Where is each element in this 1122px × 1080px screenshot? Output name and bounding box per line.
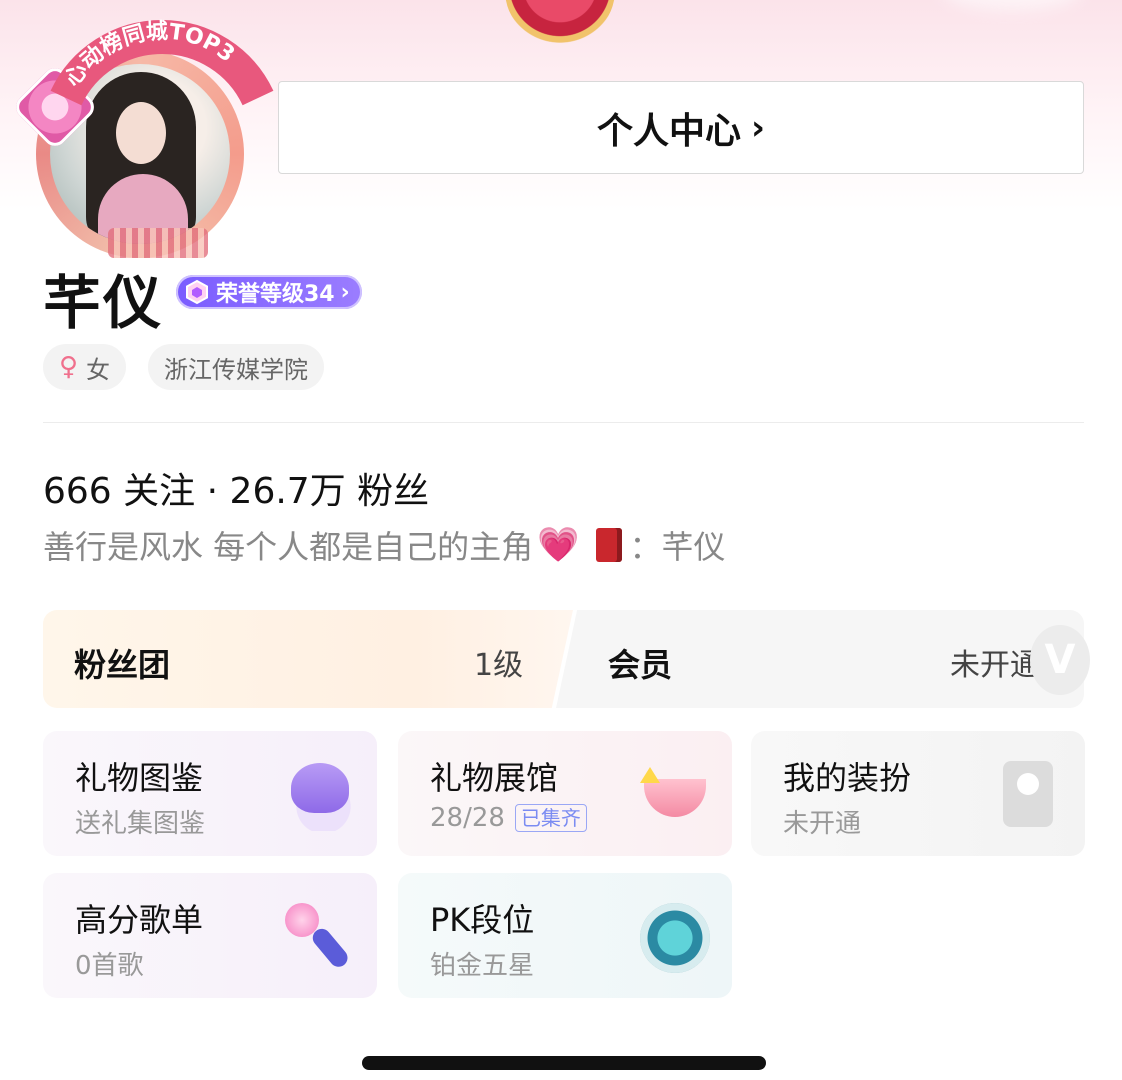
card-title: 礼物图鉴 [75, 759, 204, 797]
personal-center-label: 个人中心 [596, 110, 741, 152]
personal-center-button[interactable]: 个人中心 › [278, 81, 1084, 174]
card-top-songs[interactable]: 高分歌单 0首歌 [43, 873, 377, 998]
gender-tag: ♀ 女 [43, 344, 127, 390]
fans-label[interactable]: 粉丝 [357, 471, 429, 512]
vip-v-icon: V [1030, 625, 1090, 695]
heart-icon: 💗 [537, 525, 580, 565]
card-my-outfit[interactable]: 我的装扮 未开通 [751, 731, 1085, 856]
fan-club-level: 1级 [474, 648, 524, 683]
school-text: 浙江传媒学院 [164, 355, 308, 384]
honor-level-text: 荣誉等级34 [216, 282, 335, 307]
following-count[interactable]: 666 [43, 471, 112, 512]
hexagon-icon [186, 279, 208, 305]
profile-name: 芊仪 [43, 269, 164, 337]
bio: 善行是风水 每个人都是自己的主角 💗 ：芊仪 [43, 522, 726, 568]
card-subtitle: 未开通 [783, 809, 862, 839]
card-gift-gallery[interactable]: 礼物展馆 28/28 已集齐 [398, 731, 732, 856]
pk-rank-badge-icon [640, 903, 710, 973]
female-icon: ♀ [59, 352, 79, 382]
card-title: PK段位 [430, 901, 535, 939]
card-subtitle: 铂金五星 [430, 951, 535, 981]
chevron-right-icon: › [340, 279, 350, 305]
book-icon [595, 528, 622, 562]
collected-badge: 已集齐 [514, 804, 587, 832]
card-subtitle: 0首歌 [75, 951, 144, 981]
member-label: 会员 [608, 646, 673, 684]
fan-club-label: 粉丝团 [74, 646, 171, 684]
school-tag[interactable]: 浙江传媒学院 [148, 344, 324, 390]
honor-level-badge[interactable]: 荣誉等级34 › [176, 275, 362, 309]
bio-text: 善行是风水 每个人都是自己的主角 [43, 528, 534, 566]
divider [43, 422, 1084, 423]
pink-bowl-icon [640, 761, 710, 831]
chevron-right-icon: › [751, 107, 766, 148]
avatar-rank-badge: 心动榜同城TOP3 [50, 18, 274, 110]
microphone-icon [285, 903, 355, 973]
purple-heart-icon [285, 761, 355, 831]
avatar[interactable]: 心动榜同城TOP3 [11, 18, 274, 258]
card-title: 高分歌单 [75, 901, 204, 939]
following-label[interactable]: 关注 [123, 471, 195, 512]
stats-separator: · [206, 471, 219, 512]
avatar-frame-deco [108, 228, 208, 258]
card-subtitle: 28/28 已集齐 [430, 803, 587, 833]
top-ornament [505, 0, 615, 45]
fans-count[interactable]: 26.7万 [230, 471, 346, 512]
card-subtitle: 送礼集图鉴 [75, 809, 206, 839]
bio-suffix: ：芊仪 [629, 528, 726, 566]
home-indicator[interactable] [362, 1056, 766, 1070]
follow-stats: 666 关注 · 26.7万 粉丝 [43, 462, 429, 514]
top-glow [942, 0, 1082, 10]
card-title: 我的装扮 [783, 759, 912, 797]
id-card-icon [993, 761, 1063, 831]
member-status: 未开通 [950, 648, 1040, 683]
card-title: 礼物展馆 [430, 759, 559, 797]
card-pk-rank[interactable]: PK段位 铂金五星 [398, 873, 732, 998]
gender-text: 女 [86, 355, 111, 384]
card-gift-catalog[interactable]: 礼物图鉴 送礼集图鉴 [43, 731, 377, 856]
